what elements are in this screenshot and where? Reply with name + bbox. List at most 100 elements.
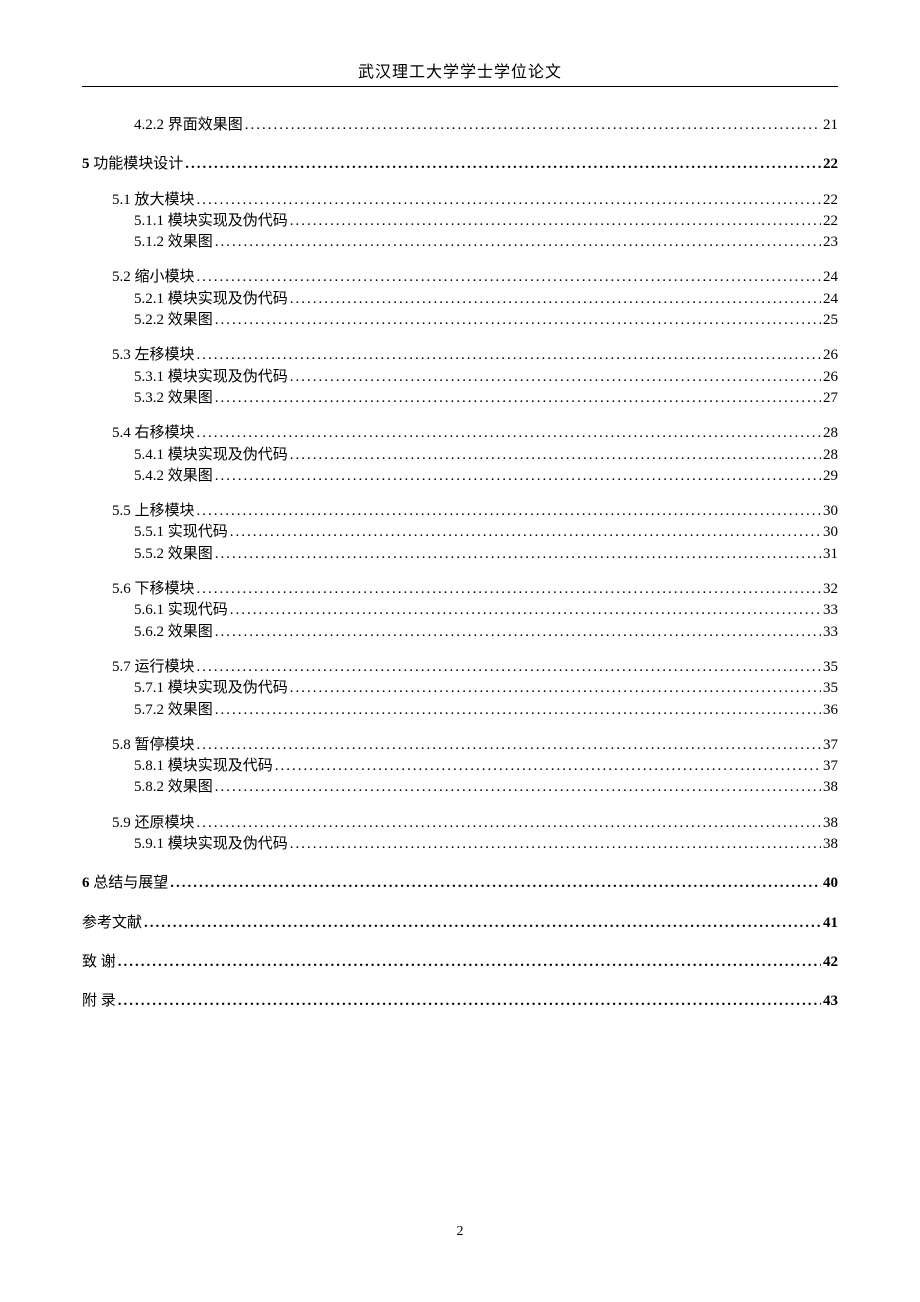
toc-leader-dots — [197, 813, 821, 834]
toc-entry-page: 24 — [823, 289, 838, 310]
toc-leader-dots — [275, 756, 821, 777]
toc-entry-page: 22 — [823, 211, 838, 232]
toc-entry: 5.7.1 模块实现及伪代码35 — [82, 678, 838, 699]
toc-entry-label: 5.2 缩小模块 — [112, 267, 195, 288]
toc-leader-dots — [290, 211, 821, 232]
toc-entry-page: 31 — [823, 544, 838, 565]
toc-entry: 5.6.2 效果图 33 — [82, 622, 838, 643]
toc-leader-dots — [290, 445, 821, 466]
toc-entry: 5.7 运行模块35 — [82, 657, 838, 678]
toc-leader-dots — [215, 622, 821, 643]
toc-entry-label: 5.8.1 模块实现及代码 — [134, 756, 273, 777]
toc-entry: 5.8.2 效果图 38 — [82, 777, 838, 798]
toc-leader-dots — [290, 678, 821, 699]
page-header-title: 武汉理工大学学士学位论文 — [82, 58, 838, 82]
toc-entry: 5.6 下移模块32 — [82, 579, 838, 600]
toc-entry-label: 5.7 运行模块 — [112, 657, 195, 678]
toc-entry-page: 30 — [823, 501, 838, 522]
toc-entry-page: 28 — [823, 445, 838, 466]
toc-entry-page: 33 — [823, 622, 838, 643]
header-rule — [82, 86, 838, 87]
toc-entry-label: 5.8.2 效果图 — [134, 777, 213, 798]
toc-entry-label: 5.5.1 实现代码 — [134, 522, 228, 543]
toc-entry-label: 致 谢 — [82, 952, 116, 973]
toc-entry: 5.1.2 效果图 23 — [82, 232, 838, 253]
toc-entry-page: 30 — [823, 522, 838, 543]
toc-leader-dots — [245, 115, 821, 136]
toc-entry-label: 5.9.1 模块实现及伪代码 — [134, 834, 288, 855]
toc-entry-page: 25 — [823, 310, 838, 331]
toc-entry-label: 5.6.2 效果图 — [134, 622, 213, 643]
toc-entry-label: 4.2.2 界面效果图 — [134, 115, 243, 136]
toc-entry: 致 谢 42 — [82, 952, 838, 973]
toc-entry: 5.1.1 模块实现及伪代码22 — [82, 211, 838, 232]
toc-entry-label: 参考文献 — [82, 913, 142, 934]
toc-entry: 5.2.2 效果图 25 — [82, 310, 838, 331]
toc-entry-page: 26 — [823, 345, 838, 366]
toc-leader-dots — [197, 501, 821, 522]
toc-leader-dots — [185, 154, 821, 175]
toc-leader-dots — [170, 873, 821, 894]
toc-entry: 5.4.2 效果图29 — [82, 466, 838, 487]
toc-entry-page: 28 — [823, 423, 838, 444]
toc-entry-label: 5.2.1 模块实现及伪代码 — [134, 289, 288, 310]
toc-entry-label: 5.5 上移模块 — [112, 501, 195, 522]
toc-leader-dots — [290, 834, 821, 855]
toc-leader-dots — [118, 991, 821, 1012]
toc-entry-label: 5.4.1 模块实现及伪代码 — [134, 445, 288, 466]
toc-leader-dots — [197, 190, 821, 211]
toc-leader-dots — [197, 735, 821, 756]
toc-entry-label: 6 总结与展望 — [82, 873, 168, 894]
toc-entry: 5.3 左移模块26 — [82, 345, 838, 366]
toc-entry-label: 5.1.2 效果图 — [134, 232, 213, 253]
toc-entry: 6 总结与展望40 — [82, 873, 838, 894]
toc-entry-page: 22 — [823, 190, 838, 211]
toc-entry-page: 38 — [823, 813, 838, 834]
toc-entry: 5.5 上移模块 30 — [82, 501, 838, 522]
toc-leader-dots — [215, 700, 821, 721]
toc-entry: 5.2.1 模块实现及伪代码 24 — [82, 289, 838, 310]
toc-entry: 5.4 右移模块 28 — [82, 423, 838, 444]
toc-entry-page: 42 — [823, 952, 838, 973]
toc-entry-page: 23 — [823, 232, 838, 253]
toc-entry-label: 5.4.2 效果图 — [134, 466, 213, 487]
toc-leader-dots — [290, 289, 821, 310]
toc-entry-page: 36 — [823, 700, 838, 721]
toc-leader-dots — [197, 657, 821, 678]
toc-entry: 5.7.2 效果图 36 — [82, 700, 838, 721]
toc-entry-label: 5.2.2 效果图 — [134, 310, 213, 331]
toc-leader-dots — [290, 367, 821, 388]
toc-entry-page: 27 — [823, 388, 838, 409]
toc-entry: 5.5.1 实现代码 30 — [82, 522, 838, 543]
toc-entry: 5.5.2 效果图 31 — [82, 544, 838, 565]
toc-entry: 5.8.1 模块实现及代码37 — [82, 756, 838, 777]
toc-entry-label: 5.5.2 效果图 — [134, 544, 213, 565]
toc-leader-dots — [144, 913, 821, 934]
toc-entry: 5.6.1 实现代码33 — [82, 600, 838, 621]
toc-entry-label: 附 录 — [82, 991, 116, 1012]
toc-entry: 5.9.1 模块实现及伪代码 38 — [82, 834, 838, 855]
toc-leader-dots — [215, 777, 821, 798]
toc-entry-label: 5 功能模块设计 — [82, 154, 183, 175]
toc-entry-page: 38 — [823, 834, 838, 855]
toc-leader-dots — [118, 952, 821, 973]
toc-entry: 附 录43 — [82, 991, 838, 1012]
toc-entry-label: 5.3.1 模块实现及伪代码 — [134, 367, 288, 388]
toc-leader-dots — [215, 466, 821, 487]
toc-entry: 5.4.1 模块实现及伪代码 28 — [82, 445, 838, 466]
toc-entry-label: 5.7.2 效果图 — [134, 700, 213, 721]
toc-entry-page: 41 — [823, 913, 838, 934]
toc-leader-dots — [230, 522, 821, 543]
toc-entry-label: 5.4 右移模块 — [112, 423, 195, 444]
toc-leader-dots — [197, 267, 821, 288]
toc-entry-label: 5.8 暂停模块 — [112, 735, 195, 756]
toc-entry: 参考文献 41 — [82, 913, 838, 934]
toc-leader-dots — [197, 423, 821, 444]
toc-entry: 5.9 还原模块 38 — [82, 813, 838, 834]
toc-entry-page: 38 — [823, 777, 838, 798]
toc-entry-label: 5.1 放大模块 — [112, 190, 195, 211]
toc-leader-dots — [215, 544, 821, 565]
toc-entry-label: 5.6.1 实现代码 — [134, 600, 228, 621]
toc-entry-label: 5.7.1 模块实现及伪代码 — [134, 678, 288, 699]
toc-entry-label: 5.9 还原模块 — [112, 813, 195, 834]
